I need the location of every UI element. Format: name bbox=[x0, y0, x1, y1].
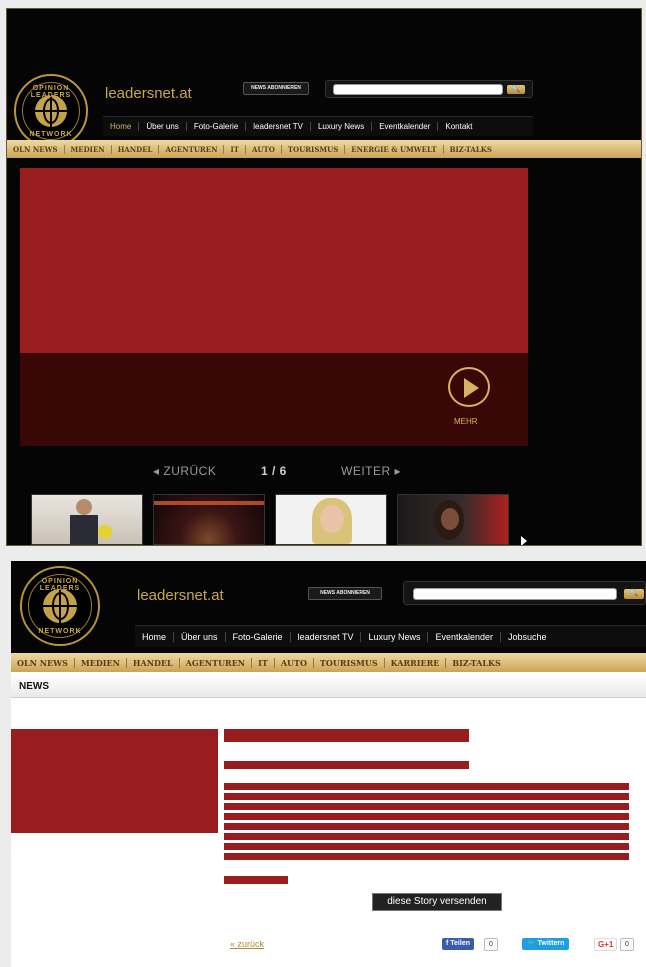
slider-prev-button[interactable]: ◂ ZURÜCK bbox=[153, 464, 216, 478]
logo-text-top: OPINION LEADERS bbox=[39, 578, 81, 592]
category-item-oln-news[interactable]: OLN NEWS bbox=[11, 657, 75, 668]
nav-item-leadersnet-tv[interactable]: leadersnet TV bbox=[246, 122, 311, 131]
slider-caption: MEHR bbox=[20, 353, 528, 446]
article-panel: OPINION LEADERS NETWORK leadersnet.at NE… bbox=[11, 561, 646, 967]
oln-logo[interactable]: OPINION LEADERS NETWORK bbox=[20, 566, 100, 646]
nav-item-eventkalender[interactable]: Eventkalender bbox=[428, 631, 502, 642]
category-item-it[interactable]: IT bbox=[252, 657, 275, 668]
globe-icon bbox=[43, 589, 77, 623]
thumbnail-1[interactable] bbox=[31, 494, 143, 545]
play-icon[interactable] bbox=[448, 367, 490, 407]
thumbnail-3[interactable] bbox=[275, 494, 387, 545]
category-item-handel[interactable]: HANDEL bbox=[127, 657, 180, 668]
nav-item-home[interactable]: Home bbox=[103, 122, 140, 131]
nav-item-foto-galerie[interactable]: Foto-Galerie bbox=[226, 631, 291, 642]
nav-item-kontakt[interactable]: Kontakt bbox=[438, 122, 479, 131]
logo-text-bottom: NETWORK bbox=[29, 131, 73, 138]
category-item-karriere[interactable]: KARRIERE bbox=[385, 657, 447, 668]
news-subscribe-button[interactable]: NEWS ABONNIEREN bbox=[308, 587, 382, 600]
category-nav: OLN NEWS MEDIEN HANDEL AGENTUREN IT AUTO TOURI… bbox=[11, 653, 646, 672]
category-item-energie-umwelt[interactable]: ENERGIE & UMWELT bbox=[345, 144, 444, 154]
article-meta bbox=[224, 761, 469, 769]
category-item-agenturen[interactable]: AGENTUREN bbox=[180, 657, 253, 668]
globe-icon bbox=[35, 95, 67, 127]
logo-text-top: OPINION LEADERS bbox=[30, 85, 72, 99]
facebook-share-count: 0 bbox=[484, 938, 498, 951]
nav-item-eventkalender[interactable]: Eventkalender bbox=[372, 122, 439, 131]
nav-item-über-uns[interactable]: Über uns bbox=[139, 122, 187, 131]
nav-item-foto-galerie[interactable]: Foto-Galerie bbox=[187, 122, 247, 131]
site-name[interactable]: leadersnet.at bbox=[137, 587, 224, 604]
nav-item-leadersnet-tv[interactable]: leadersnet TV bbox=[291, 631, 362, 642]
more-link[interactable]: MEHR bbox=[454, 417, 478, 426]
category-item-handel[interactable]: HANDEL bbox=[112, 144, 160, 154]
search-button[interactable]: 🔍 bbox=[507, 85, 525, 94]
category-item-biz-talks[interactable]: BIZ-TALKS bbox=[446, 658, 506, 668]
gplus-share-button[interactable]: G+1 bbox=[594, 938, 618, 951]
category-item-medien[interactable]: MEDIEN bbox=[65, 144, 112, 154]
category-item-biz-talks[interactable]: BIZ-TALKS bbox=[444, 145, 498, 154]
thumbnails-next-icon[interactable] bbox=[521, 536, 527, 545]
slider-counter: 1 / 6 bbox=[261, 464, 287, 478]
category-item-agenturen[interactable]: AGENTUREN bbox=[159, 144, 225, 154]
article-image[interactable] bbox=[11, 729, 218, 833]
thumbnail-2[interactable] bbox=[153, 494, 265, 545]
search-button[interactable]: 🔍 bbox=[624, 589, 644, 599]
site-name[interactable]: leadersnet.at bbox=[105, 85, 192, 102]
nav-item-luxury-news[interactable]: Luxury News bbox=[311, 122, 373, 131]
main-nav: Home Über uns Foto-Galerie leadersnet TV Lux… bbox=[135, 625, 646, 647]
thumbnail-4[interactable] bbox=[397, 494, 509, 545]
facebook-share-button[interactable]: f Teilen bbox=[442, 938, 474, 950]
search-input[interactable] bbox=[333, 84, 503, 95]
category-nav: OLN NEWS MEDIEN HANDEL AGENTUREN IT AUTO TOURI… bbox=[7, 140, 641, 158]
main-nav: Home Über uns Foto-Galerie leadersnet TV Lux… bbox=[103, 116, 533, 136]
article-body bbox=[224, 783, 629, 860]
nav-item-jobsuche[interactable]: Jobsuche bbox=[501, 632, 554, 642]
nav-item-über-uns[interactable]: Über uns bbox=[174, 631, 226, 642]
category-item-tourismus[interactable]: TOURISMUS bbox=[314, 657, 385, 668]
slider-next-button[interactable]: WEITER ▸ bbox=[341, 464, 401, 478]
nav-item-luxury-news[interactable]: Luxury News bbox=[361, 631, 429, 642]
search-box: 🔍 bbox=[403, 581, 646, 605]
article-title bbox=[224, 729, 469, 742]
slider-image[interactable] bbox=[20, 168, 528, 353]
category-item-it[interactable]: IT bbox=[224, 144, 246, 154]
category-item-tourismus[interactable]: TOURISMUS bbox=[282, 144, 346, 154]
section-title: NEWS bbox=[11, 676, 646, 698]
category-item-auto[interactable]: AUTO bbox=[275, 657, 314, 668]
logo-text-bottom: NETWORK bbox=[38, 628, 82, 635]
twitter-share-button[interactable]: 🐦 Twittern bbox=[522, 938, 570, 950]
search-box: 🔍 bbox=[325, 80, 533, 98]
gplus-share-count: 0 bbox=[620, 938, 634, 951]
category-item-oln-news[interactable]: OLN NEWS bbox=[7, 144, 65, 154]
news-subscribe-button[interactable]: NEWS ABONNIEREN bbox=[243, 82, 309, 95]
category-item-medien[interactable]: MEDIEN bbox=[75, 657, 127, 668]
search-input[interactable] bbox=[413, 588, 617, 600]
oln-logo[interactable]: OPINION LEADERS NETWORK bbox=[14, 74, 88, 148]
back-link[interactable]: « zurück bbox=[230, 939, 264, 949]
category-item-auto[interactable]: AUTO bbox=[246, 144, 282, 154]
article-author bbox=[224, 876, 288, 884]
send-story-button[interactable]: diese Story versenden bbox=[372, 893, 502, 911]
homepage-panel: OPINION LEADERS NETWORK leadersnet.at NE… bbox=[6, 8, 642, 546]
nav-item-home[interactable]: Home bbox=[135, 631, 175, 642]
